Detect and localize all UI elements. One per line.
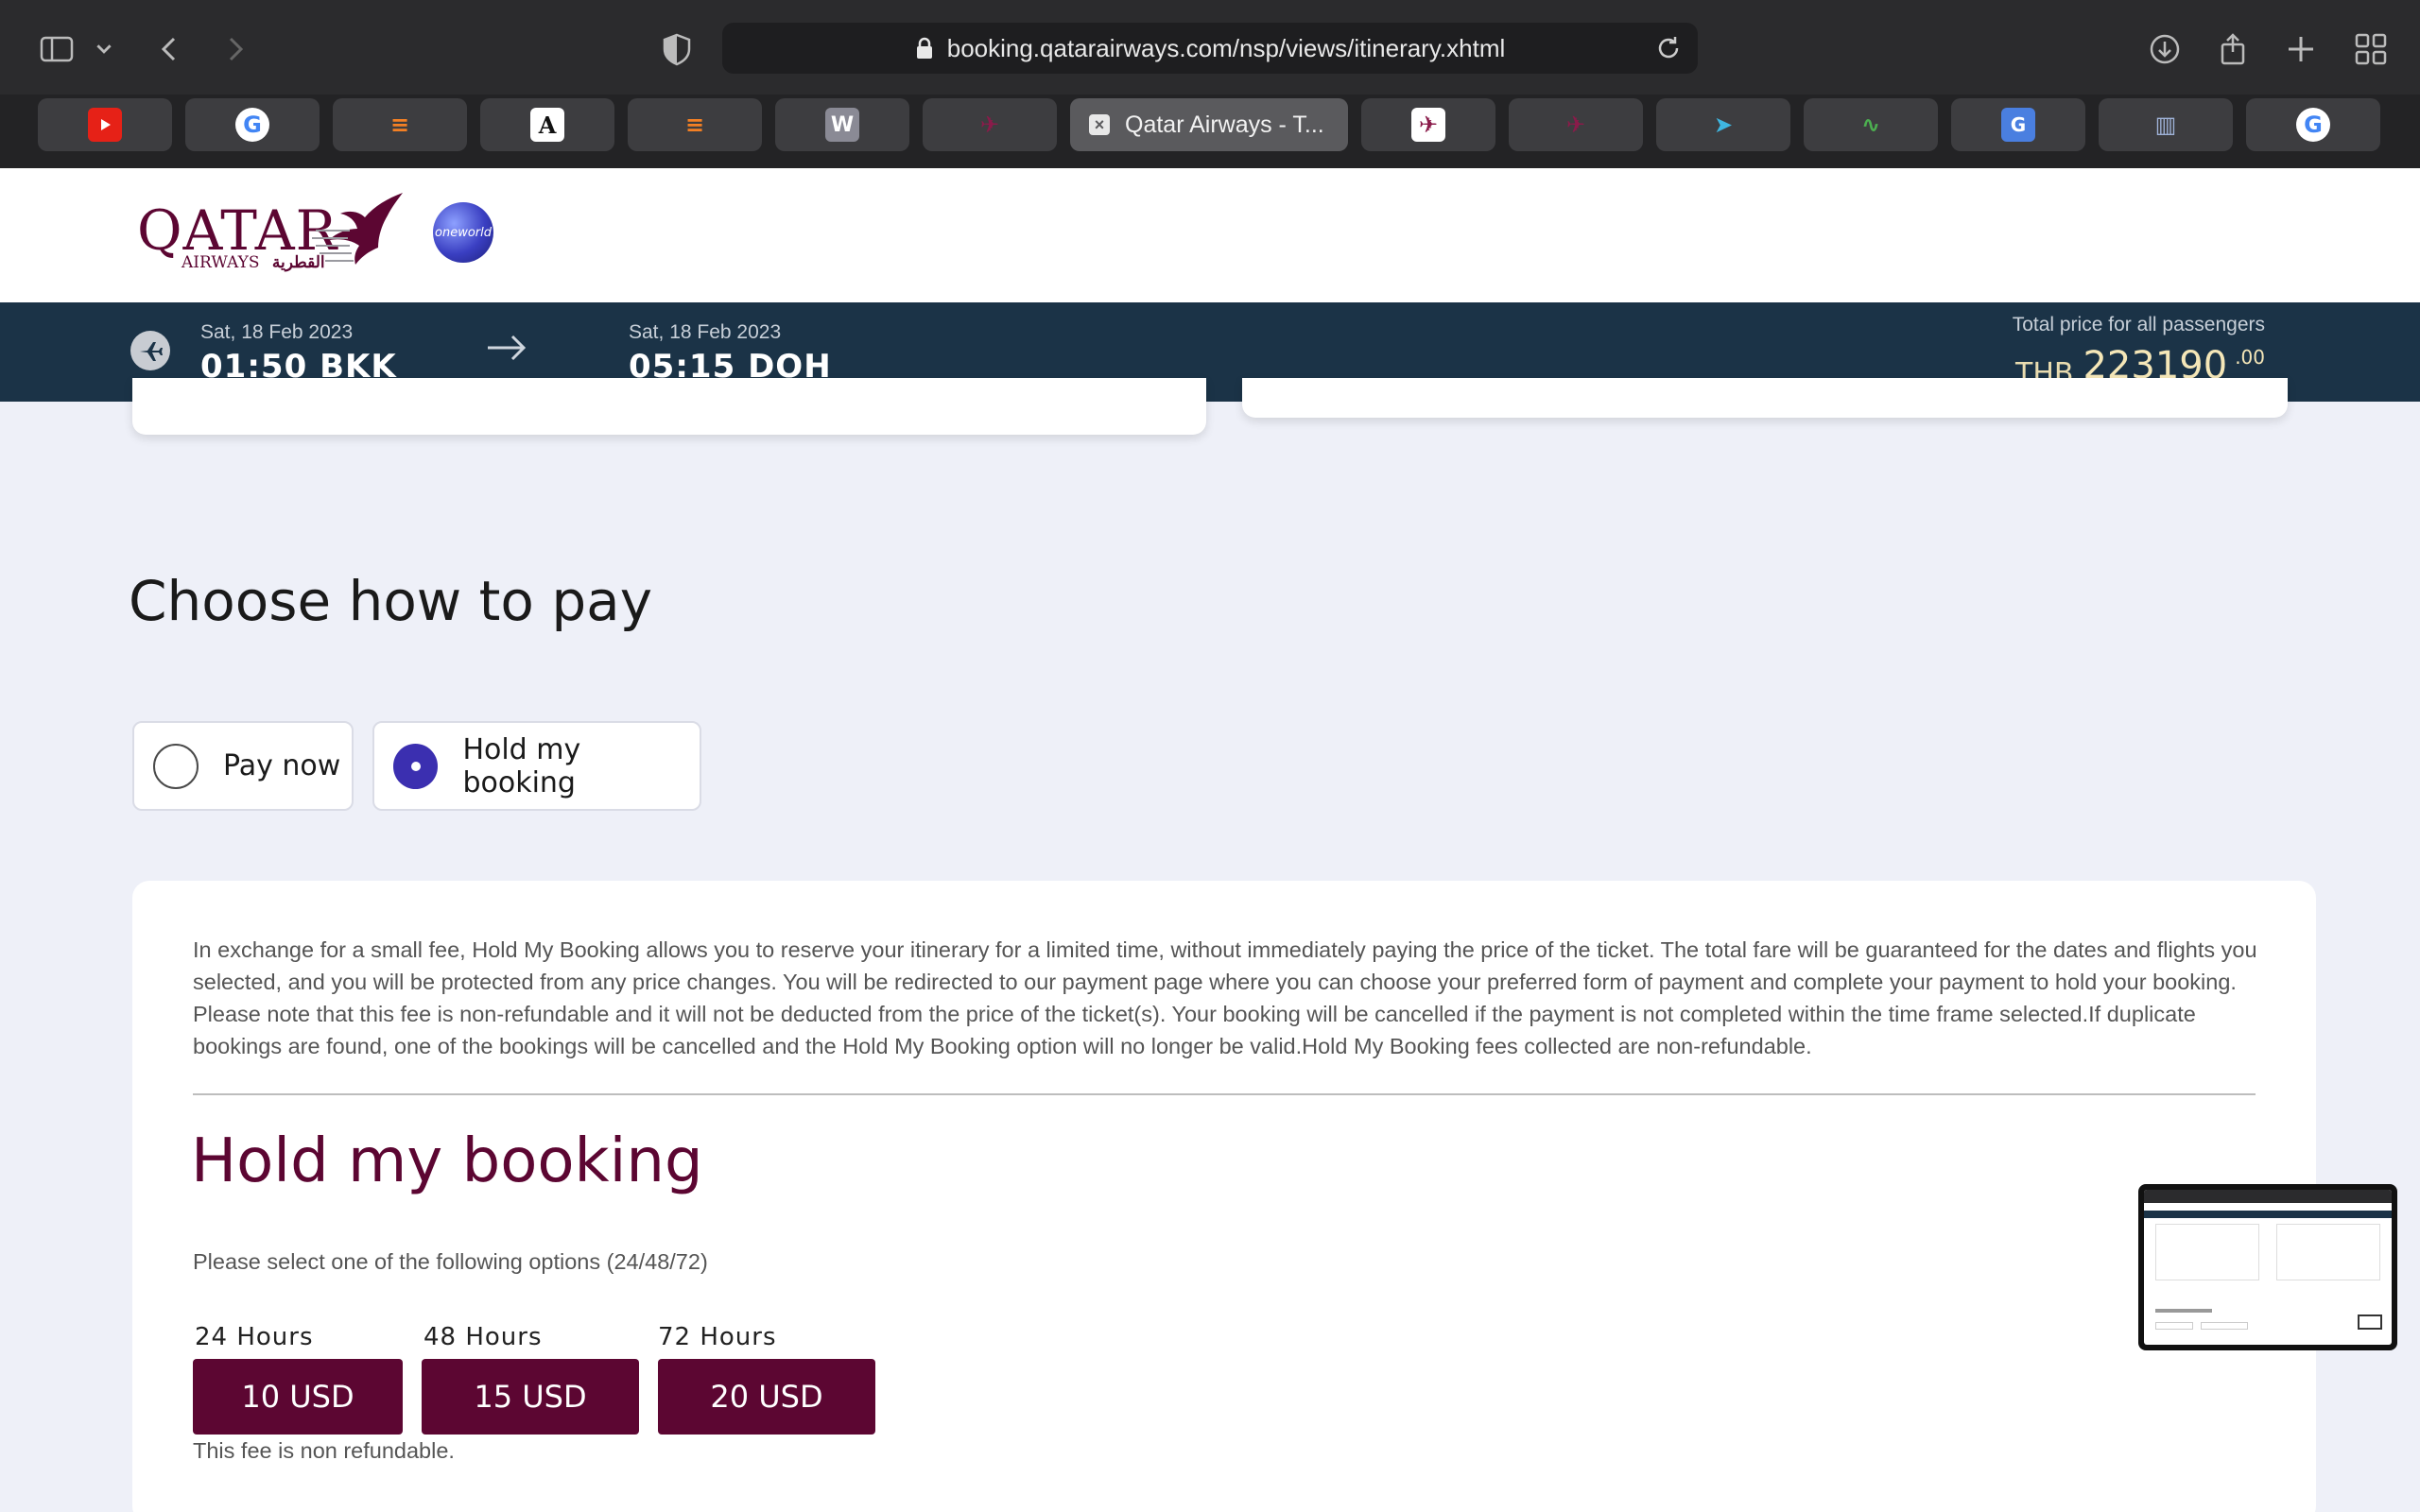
sidebar-toggle-icon[interactable] xyxy=(36,28,78,70)
tab-qatar-3[interactable]: ✈ xyxy=(1509,98,1643,151)
logo-sub-latin: AIRWAYS xyxy=(182,253,260,272)
pay-now-radio[interactable] xyxy=(153,743,199,789)
option-24-button[interactable]: 10 USD xyxy=(193,1359,403,1435)
site-header: QATAR AIRWAYS القطرية oneworld xyxy=(0,168,2420,302)
tab-translate[interactable]: G xyxy=(1951,98,2085,151)
translate-icon: G xyxy=(2001,108,2035,142)
privacy-shield-icon[interactable] xyxy=(656,28,698,70)
hold-instruction: Please select one of the following optio… xyxy=(193,1249,708,1274)
url-text: booking.qatarairways.com/nsp/views/itine… xyxy=(946,33,1506,62)
total-decimals: .00 xyxy=(2235,346,2265,369)
new-tab-icon[interactable] xyxy=(2280,28,2322,70)
hold-booking-radio[interactable] xyxy=(393,743,439,789)
oneworld-logo: oneworld xyxy=(433,202,493,263)
share-icon[interactable] xyxy=(2212,28,2254,70)
active-tab-title: Qatar Airways - T... xyxy=(1125,111,1324,138)
tab-dictionary[interactable]: A xyxy=(480,98,614,151)
arrow-right-icon xyxy=(488,335,527,361)
qatar-icon: ✈ xyxy=(1565,112,1586,138)
bird-icon: ➤ xyxy=(1713,112,1734,138)
address-bar[interactable]: booking.qatarairways.com/nsp/views/itine… xyxy=(722,23,1698,74)
hold-booking-label: Hold my booking xyxy=(462,732,581,799)
card-bottom-left xyxy=(132,378,1206,435)
back-icon[interactable] xyxy=(149,28,191,70)
hold-booking-option[interactable]: Hold my booking xyxy=(372,721,701,811)
arrival-date: Sat, 18 Feb 2023 xyxy=(629,321,782,343)
tab-chart[interactable]: ∿ xyxy=(1804,98,1938,151)
plane-icon xyxy=(130,331,170,370)
fee-note: This fee is non refundable. xyxy=(193,1438,455,1463)
qatar-icon: ✈ xyxy=(1411,108,1445,142)
tab-qatar-active[interactable]: × Qatar Airways - T... xyxy=(1070,98,1348,151)
tab-stackoverflow-2[interactable]: ≡ xyxy=(628,98,762,151)
tab-google[interactable]: G xyxy=(185,98,320,151)
tab-overview-icon[interactable] xyxy=(2350,28,2392,70)
tab-bird[interactable]: ➤ xyxy=(1656,98,1790,151)
option-24-label: 24 Hours xyxy=(195,1323,314,1351)
screenshot-thumbnail[interactable] xyxy=(2138,1184,2397,1350)
departure-date: Sat, 18 Feb 2023 xyxy=(200,321,354,343)
browser-toolbar: booking.qatarairways.com/nsp/views/itine… xyxy=(0,0,2420,94)
forward-icon[interactable] xyxy=(214,28,255,70)
google-icon: G xyxy=(2296,108,2330,142)
tab-w[interactable]: W xyxy=(775,98,909,151)
divider xyxy=(193,1093,2256,1095)
hold-booking-panel: In exchange for a small fee, Hold My Boo… xyxy=(132,881,2316,1512)
pay-now-label: Pay now xyxy=(223,749,341,782)
close-tab-icon[interactable]: × xyxy=(1089,114,1110,135)
tab-qatar-2[interactable]: ✈ xyxy=(1361,98,1495,151)
tab-google-2[interactable]: G xyxy=(2246,98,2380,151)
choose-pay-title: Choose how to pay xyxy=(129,569,653,633)
youtube-icon xyxy=(88,108,122,142)
qatar-icon: ✈ xyxy=(979,112,1000,138)
option-72-label: 72 Hours xyxy=(658,1323,777,1351)
downloads-icon[interactable] xyxy=(2144,28,2186,70)
oryx-logo-icon xyxy=(312,193,403,265)
reload-icon[interactable] xyxy=(1654,34,1683,62)
lock-icon xyxy=(916,37,932,59)
google-icon: G xyxy=(235,108,269,142)
stackoverflow-icon: ≡ xyxy=(389,112,410,138)
option-48-button[interactable]: 15 USD xyxy=(422,1359,639,1435)
stackoverflow-icon: ≡ xyxy=(684,112,705,138)
tab-youtube[interactable] xyxy=(38,98,172,151)
option-72-button[interactable]: 20 USD xyxy=(658,1359,875,1435)
tab-qatar-1[interactable]: ✈ xyxy=(923,98,1057,151)
hold-booking-title: Hold my booking xyxy=(191,1126,703,1196)
chevron-down-icon[interactable] xyxy=(87,28,121,70)
tab-reader[interactable]: ▥ xyxy=(2099,98,2233,151)
option-48-label: 48 Hours xyxy=(424,1323,543,1351)
qatar-logo-sub: AIRWAYS القطرية xyxy=(182,253,325,272)
pay-now-option[interactable]: Pay now xyxy=(132,721,354,811)
total-price-label: Total price for all passengers xyxy=(2012,314,2265,335)
card-bottom-right xyxy=(1242,378,2288,418)
hold-description: In exchange for a small fee, Hold My Boo… xyxy=(193,937,2257,1058)
dictionary-icon: A xyxy=(530,108,564,142)
w-icon: W xyxy=(825,108,859,142)
reader-icon: ▥ xyxy=(2154,112,2177,138)
thumbnail-preview xyxy=(2144,1190,2392,1345)
chart-icon: ∿ xyxy=(1860,112,1881,138)
tab-stackoverflow[interactable]: ≡ xyxy=(333,98,467,151)
